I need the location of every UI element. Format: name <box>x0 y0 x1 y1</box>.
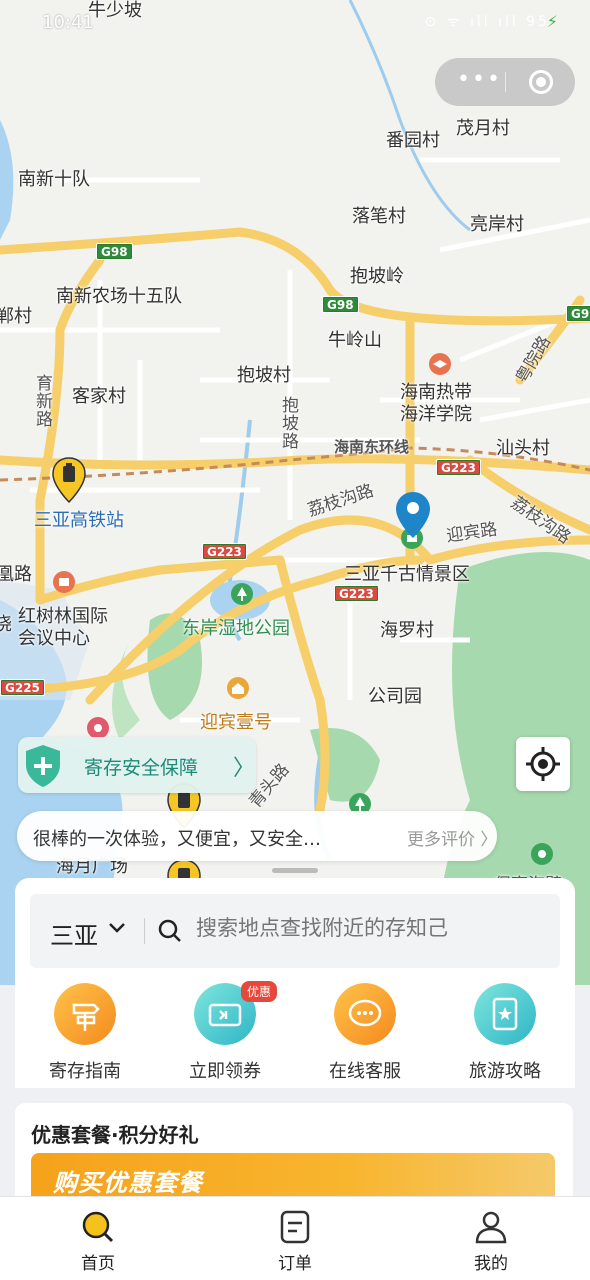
quick-online-service[interactable]: 在线客服 <box>305 983 425 1083</box>
close-miniprogram-icon[interactable] <box>529 70 553 94</box>
place-maoyuecun: 茂月村 <box>456 118 510 139</box>
shield-g98: G98 <box>96 243 133 260</box>
locate-me-button[interactable] <box>516 737 570 791</box>
order-list-icon <box>280 1210 310 1244</box>
place-yingbinyihao: 迎宾壹号 <box>200 712 272 733</box>
tab-home[interactable]: 首页 <box>38 1209 158 1274</box>
shield-g225: G225 <box>0 679 45 696</box>
signpost-icon <box>54 983 116 1045</box>
tab-label: 订单 <box>278 1254 312 1274</box>
quick-get-coupon[interactable]: 优惠 立即领券 <box>165 981 285 1083</box>
place-fanyuancun: 番园村 <box>386 130 440 151</box>
place-liangancun: 亮岸村 <box>470 214 524 235</box>
promo-badge: 优惠 <box>241 981 278 1002</box>
place-langcun: 郸村 <box>0 306 32 327</box>
tab-orders[interactable]: 订单 <box>235 1209 355 1274</box>
road-baopolu: 抱坡路 <box>278 396 298 450</box>
capsule-divider <box>505 72 506 92</box>
more-menu-icon[interactable]: ••• <box>457 69 502 91</box>
map-location-pin-icon <box>396 492 430 538</box>
quick-label: 立即领券 <box>189 1061 261 1082</box>
safety-guarantee-label: 寄存安全保障 <box>84 757 199 779</box>
shield-g98: G98 <box>322 296 359 313</box>
city-selector[interactable]: 三亚 <box>50 916 98 951</box>
status-time: 10:41 <box>42 12 94 33</box>
person-icon <box>475 1211 507 1244</box>
review-strip[interactable]: 很棒的一次体验，又便宜，又安全… 更多评价 〉 <box>17 811 497 861</box>
tab-label: 我的 <box>474 1254 508 1274</box>
status-icons: ⊙ ᯤ ıll ıll 95 <box>424 14 550 30</box>
shield-g223: G223 <box>436 459 481 476</box>
chat-bubble-icon <box>334 983 396 1045</box>
packages-title: 优惠套餐·积分好礼 <box>31 1123 199 1147</box>
road-east-ring: 海南东环线 <box>334 438 410 456</box>
more-reviews-link[interactable]: 更多评价 〉 <box>407 825 497 850</box>
shield-g223: G223 <box>202 543 247 560</box>
place-dongan-wetland: 东岸湿地公园 <box>182 618 290 639</box>
place-nanxinshidui: 南新十队 <box>18 169 90 190</box>
quick-label: 旅游攻略 <box>469 1061 541 1082</box>
drag-handle[interactable] <box>272 868 318 873</box>
bottom-panel: 三亚 寄存指南 优惠 立即领券 <box>15 878 575 1088</box>
place-niulingshan: 牛岭山 <box>328 330 382 351</box>
divider <box>144 918 145 944</box>
place-tropical-ocean-univ: 海南热带 海洋学院 <box>400 382 472 425</box>
place-shantoucun: 汕头村 <box>496 438 550 459</box>
shield-g98: G98 <box>566 305 590 322</box>
park-poi-icon <box>231 583 253 605</box>
place-haiyuancun: 海罗村 <box>380 620 434 641</box>
search-icon <box>158 919 181 942</box>
shield-g223: G223 <box>334 585 379 602</box>
status-bar: 10:41 ⊙ ᯤ ıll ıll 95 ⚡ <box>0 0 590 40</box>
search-input[interactable] <box>196 916 536 940</box>
tab-label: 首页 <box>81 1254 115 1274</box>
quick-label: 在线客服 <box>329 1061 401 1082</box>
place-fenghuanglu: 凰路 <box>0 564 32 585</box>
safety-guarantee-banner[interactable]: 寄存安全保障 〉 <box>18 737 256 793</box>
chevron-right-icon: 〉 <box>233 756 256 781</box>
place-gongsiyuan: 公司园 <box>368 686 422 707</box>
banner-text: 购买优惠套餐 <box>53 1169 203 1197</box>
place-sanya-station: 三亚高铁站 <box>34 510 124 531</box>
review-snippet: 很棒的一次体验，又便宜，又安全… <box>33 829 321 850</box>
quick-label: 寄存指南 <box>49 1061 121 1082</box>
quick-storage-guide[interactable]: 寄存指南 <box>25 983 145 1083</box>
place-baopoling: 抱坡岭 <box>350 266 404 287</box>
guidebook-icon <box>474 983 536 1045</box>
place-nanxin15: 南新农场十五队 <box>56 286 182 307</box>
tab-bar: 首页 订单 我的 <box>0 1196 590 1280</box>
map-view[interactable]: 牛少坡 茂月村 番园村 南新十队 落笔村 亮岸村 抱坡岭 南新农场十五队 郸村 … <box>0 0 590 985</box>
crosshair-icon <box>526 747 560 781</box>
place-baopocun: 抱坡村 <box>237 365 291 386</box>
tab-profile[interactable]: 我的 <box>431 1209 551 1274</box>
place-kejiacun: 客家村 <box>72 386 126 407</box>
miniprogram-capsule: ••• <box>435 58 575 106</box>
home-search-icon <box>82 1211 114 1243</box>
road-yuxinlu: 育新路 <box>32 374 52 428</box>
search-bar: 三亚 <box>30 894 560 968</box>
shield-plus-icon <box>26 745 60 787</box>
venue-poi-icon <box>53 571 75 593</box>
place-hongshulin: 红树林国际 会议中心 <box>18 606 108 649</box>
place-luobicun: 落笔村 <box>352 206 406 227</box>
scenic-poi-icon <box>531 843 553 865</box>
packages-section: 优惠套餐·积分好礼 购买优惠套餐 <box>15 1103 573 1203</box>
place-sanya-qiangu: 三亚千古情景区 <box>344 564 470 585</box>
university-poi-icon <box>429 353 451 375</box>
residential-poi-icon <box>227 677 249 699</box>
locker-pin-icon[interactable] <box>51 456 87 504</box>
charging-icon: ⚡ <box>546 12 558 31</box>
quick-travel-guide[interactable]: 旅游攻略 <box>445 983 565 1083</box>
chevron-down-icon[interactable] <box>106 916 128 938</box>
place-xian: 浇 <box>0 614 12 635</box>
